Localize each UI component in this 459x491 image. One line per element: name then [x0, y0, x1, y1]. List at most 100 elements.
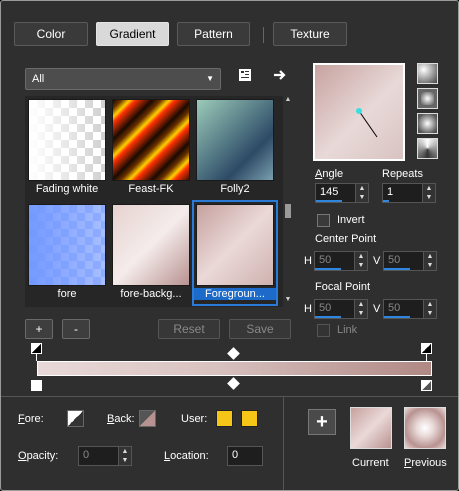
tab-bar: Color Gradient Pattern Texture [1, 1, 458, 61]
gradient-thumbnail [196, 99, 274, 181]
gradient-thumbnail [28, 99, 106, 181]
back-swatch[interactable] [139, 410, 156, 427]
link-checkbox[interactable] [317, 324, 330, 337]
gradient-label: Feast-FK [128, 183, 174, 195]
linear-style-button[interactable] [417, 63, 438, 84]
arrow-right-icon[interactable] [271, 67, 289, 85]
add-gradient-button[interactable]: + [25, 319, 53, 339]
fore-swatch[interactable] [67, 410, 84, 427]
footer-divider [1, 396, 458, 397]
repeats-value: 1 [387, 186, 394, 198]
rectangular-style-button[interactable] [417, 88, 438, 109]
focal-h-slider-bar[interactable] [315, 316, 341, 318]
stop-tick-right [426, 353, 427, 361]
opacity-spinner[interactable]: 0 ▲ ▼ [78, 446, 132, 466]
angle-slider-bar[interactable] [316, 200, 342, 202]
angle-spinner[interactable]: 145 ▲ ▼ [315, 183, 369, 203]
scroll-up-icon[interactable]: ▲ [283, 96, 293, 103]
center-h-value: 50 [319, 254, 332, 266]
current-label: Current [352, 457, 389, 469]
gradient-item[interactable]: Feast-FK [110, 97, 192, 199]
center-v-slider-bar[interactable] [384, 268, 410, 270]
scroll-down-icon[interactable]: ▼ [283, 296, 293, 303]
gradient-item[interactable]: fore-backg... [110, 202, 192, 304]
color-stop-right-icon[interactable] [421, 380, 432, 391]
opacity-value: 0 [83, 449, 90, 461]
category-dropdown[interactable]: All ▼ [25, 68, 221, 90]
gradient-editor-bar[interactable] [37, 361, 432, 376]
sunburst-style-button[interactable] [417, 138, 438, 159]
gradient-item[interactable]: fore [26, 202, 108, 304]
gradient-label: Fading white [35, 183, 99, 195]
invert-label: Invert [337, 214, 365, 226]
list-options-icon[interactable] [237, 67, 253, 85]
gradient-scrollbar[interactable]: ▲ ▼ [283, 96, 293, 307]
center-point-label: Center Point [315, 233, 377, 245]
chevron-down-icon: ▼ [206, 74, 214, 83]
user-color-swatch-1[interactable] [216, 410, 233, 427]
gradient-grid: Fading white Feast-FK Folly2 fore fore-b… [25, 96, 283, 307]
radial-style-button[interactable] [417, 113, 438, 134]
repeats-slider-bar[interactable] [383, 200, 389, 202]
save-button[interactable]: Save [229, 319, 291, 339]
stop-tick-left [36, 353, 37, 361]
center-h-slider-bar[interactable] [315, 268, 341, 270]
spinner-arrows-icon[interactable]: ▲ ▼ [422, 184, 435, 202]
link-label: Link [337, 324, 358, 336]
tab-texture[interactable]: Texture [273, 22, 347, 46]
focal-v-value: 50 [388, 302, 401, 314]
focal-v-label: V [373, 303, 381, 315]
tab-pattern[interactable]: Pattern [177, 22, 250, 46]
scroll-thumb[interactable] [285, 204, 291, 218]
repeats-spinner[interactable]: 1 ▲ ▼ [382, 183, 436, 203]
opacity-midpoint-marker[interactable] [227, 347, 240, 360]
remove-gradient-button[interactable]: - [62, 319, 90, 339]
color-midpoint-marker[interactable] [227, 377, 240, 390]
spinner-arrows-icon[interactable]: ▲ ▼ [354, 300, 367, 318]
previous-label: Previous [404, 457, 447, 469]
spinner-arrows-icon[interactable]: ▲ ▼ [423, 300, 436, 318]
user-color-swatch-2[interactable] [241, 410, 258, 427]
center-v-spinner[interactable]: 50 ▲ ▼ [383, 251, 437, 271]
angle-value: 145 [320, 186, 339, 198]
spinner-arrows-icon[interactable]: ▲ ▼ [355, 184, 368, 202]
fore-label: Fore: [18, 413, 44, 425]
current-gradient-swatch[interactable] [350, 407, 392, 449]
focal-v-slider-bar[interactable] [384, 316, 410, 318]
focal-v-spinner[interactable]: 50 ▲ ▼ [383, 299, 437, 319]
footer-vertical-divider [283, 397, 284, 490]
previous-gradient-swatch[interactable] [404, 407, 446, 449]
angle-label: Angle [315, 168, 344, 180]
color-stop-left-icon[interactable] [31, 380, 42, 391]
focal-h-spinner[interactable]: 50 ▲ ▼ [314, 299, 368, 319]
location-input[interactable]: 0 [227, 446, 263, 466]
reset-button[interactable]: Reset [158, 319, 220, 339]
gradient-item[interactable]: Fading white [26, 97, 108, 199]
focal-h-label: H [304, 303, 312, 315]
category-selected: All [32, 73, 45, 85]
back-label: Back: [107, 413, 135, 425]
user-label: User: [181, 413, 208, 425]
location-value: 0 [232, 449, 239, 461]
spinner-arrows-icon[interactable]: ▲ ▼ [423, 252, 436, 270]
tab-color[interactable]: Color [14, 22, 88, 46]
tab-gradient[interactable]: Gradient [96, 22, 169, 46]
invert-checkbox[interactable] [317, 214, 330, 227]
repeats-label: Repeats [382, 168, 423, 180]
gradient-item[interactable]: Folly2 [194, 97, 276, 199]
gradient-preview[interactable] [313, 63, 405, 161]
opacity-label: Opacity: [18, 450, 59, 462]
spinner-arrows-icon[interactable]: ▲ ▼ [118, 447, 131, 465]
gradient-label: fore [57, 288, 77, 300]
location-label: Location: [164, 450, 209, 462]
gradient-thumbnail [112, 204, 190, 286]
gradient-thumbnail [28, 204, 106, 286]
gradient-label: Folly2 [220, 183, 250, 195]
gradient-item-selected[interactable]: Foregroun... [192, 200, 278, 306]
spinner-arrows-icon[interactable]: ▲ ▼ [354, 252, 367, 270]
center-v-value: 50 [388, 254, 401, 266]
material-properties-dialog: Color Gradient Pattern Texture All ▼ Fad… [0, 0, 459, 491]
center-h-label: H [304, 255, 312, 267]
add-to-swatches-button[interactable]: + [308, 409, 336, 435]
center-h-spinner[interactable]: 50 ▲ ▼ [314, 251, 368, 271]
